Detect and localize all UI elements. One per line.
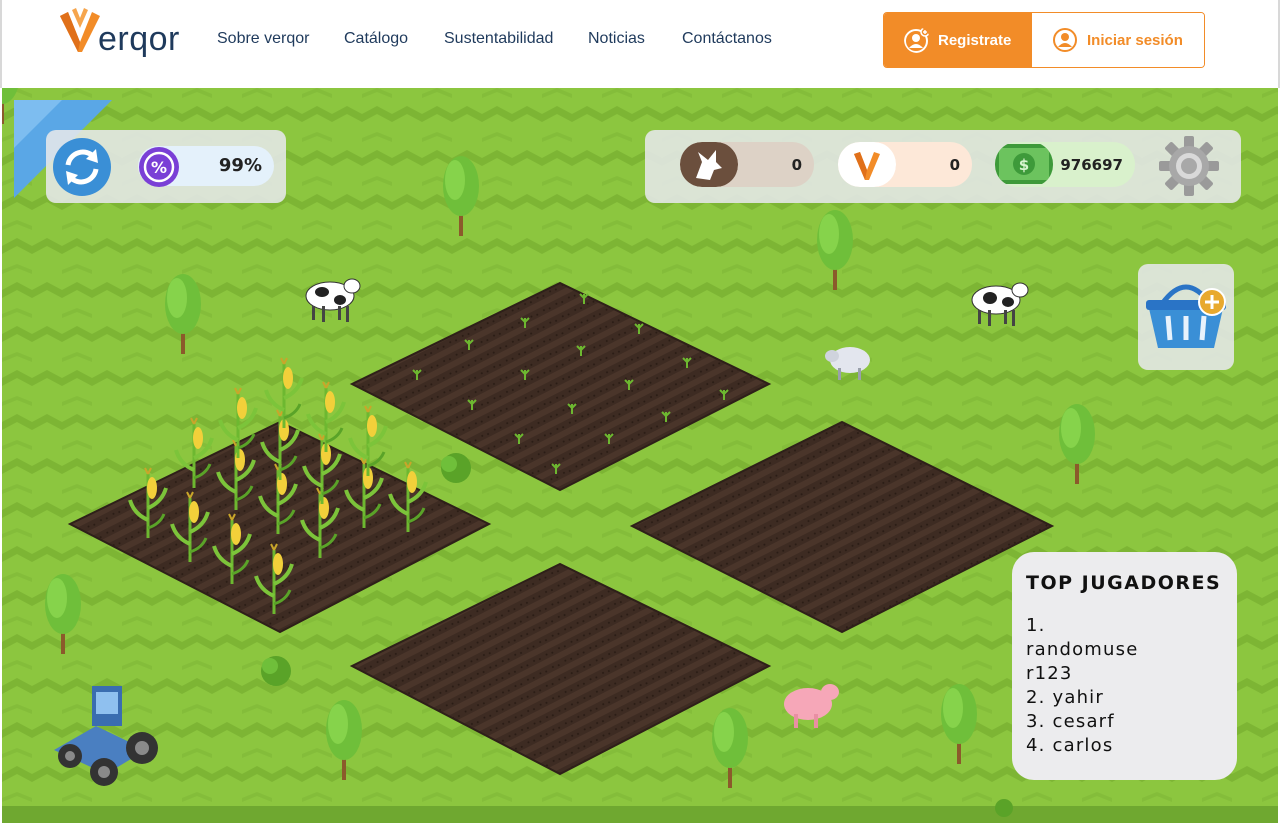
wolf-counter: 0 — [680, 142, 814, 187]
hud-panel-left: % 99% — [46, 130, 286, 203]
top-navbar: erqor Sobre verqor Catálogo Sustentabili… — [0, 0, 1280, 88]
register-button[interactable]: Registrate — [884, 13, 1032, 67]
leaderboard-entry: 3. cesarf — [1026, 711, 1115, 732]
top-players-leaderboard: TOP JUGADORES 1. randomuse r123 2. yahir… — [1012, 552, 1237, 780]
leaderboard-list: 1. randomuse r123 2. yahir 3. cesarf 4. … — [1026, 614, 1223, 758]
progress-percent-value: 99% — [218, 155, 262, 176]
leaderboard-entry: 2. yahir — [1026, 687, 1104, 708]
leaderboard-entry: 1. randomuse r123 — [1026, 615, 1139, 684]
nav-catalogo[interactable]: Catálogo — [344, 30, 408, 48]
verqor-logo-icon — [838, 142, 896, 187]
percent-icon: % — [139, 147, 179, 187]
logo-wordmark: erqor — [98, 20, 180, 58]
verqor-counter: 0 — [838, 142, 972, 187]
user-icon — [1053, 28, 1077, 52]
refresh-icon[interactable] — [52, 137, 112, 197]
progress-percent-pill: % 99% — [138, 146, 274, 187]
register-label: Registrate — [938, 32, 1012, 49]
verqor-logo[interactable]: erqor — [58, 8, 186, 58]
verqor-count-value: 0 — [949, 156, 960, 174]
verqor-v-icon — [60, 8, 100, 52]
auth-buttons: Registrate Iniciar sesión — [883, 12, 1205, 68]
add-to-basket-button[interactable] — [1138, 264, 1234, 370]
nav-sobre-verqor[interactable]: Sobre verqor — [217, 30, 310, 48]
nav-sustentabilidad[interactable]: Sustentabilidad — [444, 30, 553, 48]
login-button[interactable]: Iniciar sesión — [1032, 13, 1204, 67]
svg-text:$: $ — [1019, 156, 1029, 174]
wolf-icon — [680, 142, 738, 187]
login-label: Iniciar sesión — [1087, 32, 1183, 49]
nav-noticias[interactable]: Noticias — [588, 30, 645, 48]
money-bill-icon: $ — [995, 144, 1053, 184]
hud-panel-right: 0 0 $ 976697 — [645, 130, 1241, 203]
wolf-count-value: 0 — [791, 156, 802, 174]
svg-text:%: % — [151, 158, 167, 177]
basket-add-icon — [1146, 284, 1226, 348]
leaderboard-title: TOP JUGADORES — [1026, 572, 1222, 594]
gear-icon[interactable] — [1158, 135, 1220, 197]
nav-contactanos[interactable]: Contáctanos — [682, 30, 772, 48]
farm-game-area[interactable]: % 99% 0 0 $ 976697 TOP JUGADORES 1. rand… — [2, 88, 1278, 823]
money-value: 976697 — [1060, 156, 1123, 174]
add-user-icon — [904, 27, 930, 53]
money-counter: $ 976697 — [995, 142, 1135, 187]
leaderboard-entry: 4. carlos — [1026, 735, 1114, 756]
